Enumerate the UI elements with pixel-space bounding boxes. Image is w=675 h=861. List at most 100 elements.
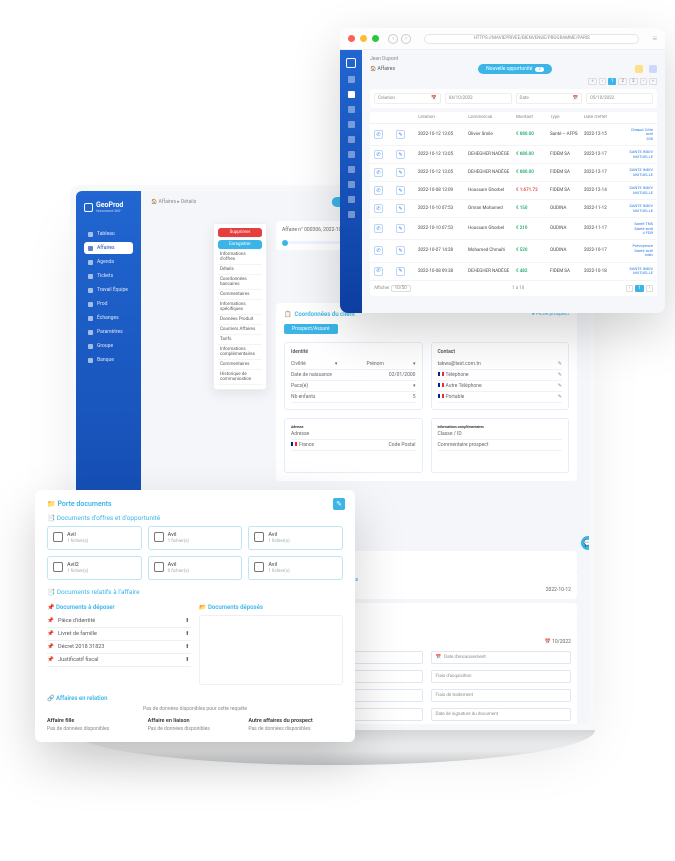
avatar[interactable] [649, 65, 657, 73]
edit-icon[interactable]: ✎ [396, 150, 405, 159]
phone-icon[interactable]: ✆ [374, 224, 383, 233]
pager-prev[interactable]: ‹ [599, 78, 606, 85]
doc-row[interactable]: 📌Livret de famille⬆ [47, 628, 191, 641]
edit-icon[interactable]: ✎ [396, 267, 405, 276]
field[interactable]: Pacs(é)▾ [291, 381, 416, 392]
phone-icon[interactable]: ✆ [374, 130, 383, 139]
filter-date[interactable]: Date 📅 [516, 93, 583, 104]
submenu-item[interactable]: Commentaires [218, 360, 262, 370]
table-row[interactable]: ✆✎2022-10-10 07:53Houssam Ghorbel€ 210OU… [370, 218, 657, 240]
pager-next[interactable]: › [646, 285, 653, 292]
phone-field[interactable]: Autre Téléphone✎ [438, 381, 563, 392]
email-field[interactable]: takwa@test.com.tn✎ [438, 359, 563, 370]
edit-icon[interactable]: ✎ [558, 361, 562, 367]
edit-icon[interactable]: ✎ [558, 372, 562, 378]
submenu-item[interactable]: Tarifs [218, 335, 262, 345]
page-size-select[interactable]: 10/50 [391, 285, 411, 292]
field[interactable]: FranceCode Postal [291, 440, 416, 451]
field[interactable]: Adresse [291, 429, 416, 440]
phone-icon[interactable]: ✆ [374, 246, 383, 255]
pager-prev[interactable]: ‹ [626, 285, 633, 292]
field[interactable]: Commentaire prospect [438, 440, 563, 451]
nav-item[interactable]: Prod [84, 298, 133, 310]
edit-icon[interactable]: ✎ [396, 246, 405, 255]
nav-item[interactable]: Tickets [84, 270, 133, 282]
nav-icon[interactable] [348, 181, 355, 188]
phone-icon[interactable]: ✆ [374, 267, 383, 276]
field-frais-trait[interactable]: Frais de traitement [431, 689, 572, 702]
nav-icon-active[interactable] [348, 91, 355, 98]
doc-item[interactable]: Avil1 fichier(s) [248, 526, 343, 550]
field[interactable]: Nb enfants5 [291, 392, 416, 403]
nav-icon[interactable] [348, 166, 355, 173]
pager-next[interactable]: › [640, 78, 647, 85]
upload-icon[interactable]: ⬆ [185, 644, 191, 650]
doc-item[interactable]: Avil0 fichier(s) [148, 556, 243, 580]
nav-item[interactable]: Agenda [84, 256, 133, 268]
table-row[interactable]: ✆✎2022-10-12 13:05DEHEGHER NADÈGE€ 680.0… [370, 146, 657, 164]
submenu-item[interactable]: Courriers Affaires [218, 325, 262, 335]
submenu-item[interactable]: Coordonnées bancaires [218, 275, 262, 290]
phone-icon[interactable]: ✆ [374, 204, 383, 213]
nav-item[interactable]: Paramètres [84, 326, 133, 338]
nav-item[interactable]: Échanges [84, 312, 133, 324]
submenu-item[interactable]: Commentaires [218, 290, 262, 300]
th-type[interactable]: Type [550, 115, 584, 120]
pager-page[interactable]: 1 [635, 285, 644, 292]
nav-icon[interactable] [348, 106, 355, 113]
doc-item[interactable]: Avil1 fichier(s) [148, 526, 243, 550]
url-bar[interactable]: HTTPS://MAVIEPRIVEE/BIENVENUE/PROGRAMME/… [424, 34, 639, 44]
edit-icon[interactable]: ✎ [558, 383, 562, 389]
th-creation[interactable]: Création [418, 115, 468, 120]
pager-last[interactable]: » [649, 78, 657, 85]
upload-icon[interactable]: ⬆ [185, 618, 191, 624]
max-light[interactable] [372, 35, 379, 42]
pager-page[interactable]: 3 [629, 78, 638, 85]
edit-icon[interactable]: ✎ [333, 498, 345, 510]
nav-icon[interactable] [348, 211, 355, 218]
phone-icon[interactable]: ✆ [374, 150, 383, 159]
table-row[interactable]: ✆✎2022-10-12 13:05Olivier Smile€ 680.00S… [370, 124, 657, 146]
table-row[interactable]: ✆✎2022-10-10 07:53Omran Mohamed€ 150OUDI… [370, 200, 657, 218]
table-row[interactable]: ✆✎2022-10-12 13:05DEHEGHER NADÈGE€ 680.0… [370, 164, 657, 182]
submenu-item[interactable]: Informations complémentaires [218, 345, 262, 360]
submenu-item[interactable]: Détails [218, 265, 262, 275]
submenu-item[interactable]: Informations d'offres [218, 250, 262, 265]
new-opportunity-pill[interactable]: Nouvelle opportunité2 [478, 64, 552, 74]
phone-icon[interactable]: ✆ [374, 168, 383, 177]
filter-date-value[interactable]: 05/10/2022 [586, 93, 653, 104]
close-light[interactable] [348, 35, 355, 42]
bell-icon[interactable] [635, 65, 643, 73]
empty-drop-zone[interactable] [199, 615, 343, 685]
nav-item[interactable]: Banque [84, 354, 133, 366]
field[interactable]: Date de naissance02/01/2000 [291, 370, 416, 381]
phone-icon[interactable]: ✆ [374, 186, 383, 195]
pager-page[interactable]: 1 [608, 78, 617, 85]
doc-item[interactable]: Avil1 fichier(s) [248, 556, 343, 580]
submenu-item[interactable]: Données Produit [218, 315, 262, 325]
doc-item[interactable]: Avil21 fichier(s) [47, 556, 142, 580]
table-row[interactable]: ✆✎2022-10-07 14:28Mohamed Chmaïti€ 520OU… [370, 240, 657, 262]
filter-creation-date[interactable]: 04/10/2022 [445, 93, 512, 104]
min-light[interactable] [360, 35, 367, 42]
nav-item[interactable]: Tableau [84, 228, 133, 240]
nav-icon[interactable] [348, 136, 355, 143]
field-encaissement[interactable]: 📅 Date d'encaissement [431, 651, 572, 664]
edit-icon[interactable]: ✎ [396, 224, 405, 233]
nav-icon[interactable] [348, 76, 355, 83]
doc-row[interactable]: 📌Pièce d'identité⬆ [47, 615, 191, 628]
th-montant[interactable]: Montant [516, 115, 550, 120]
edit-icon[interactable]: ✎ [396, 168, 405, 177]
back-button[interactable]: ‹ [388, 34, 398, 44]
edit-icon[interactable]: ✎ [396, 130, 405, 139]
edit-icon[interactable]: ✎ [396, 186, 405, 195]
field-frais-acq[interactable]: Frais d'acquisition [431, 670, 572, 683]
doc-row[interactable]: 📌Justificatif fiscal⬆ [47, 654, 191, 667]
forward-button[interactable]: › [401, 34, 411, 44]
doc-item[interactable]: Avil1 fichier(s) [47, 526, 142, 550]
th-commercial[interactable]: Commercial [468, 115, 516, 120]
submenu-item[interactable]: Informations spécifiques [218, 300, 262, 315]
nav-item[interactable]: Travail Équipe [84, 284, 133, 296]
save-button[interactable]: Enregistrer [218, 240, 262, 250]
th-effet[interactable]: Date d'effet [584, 115, 624, 120]
